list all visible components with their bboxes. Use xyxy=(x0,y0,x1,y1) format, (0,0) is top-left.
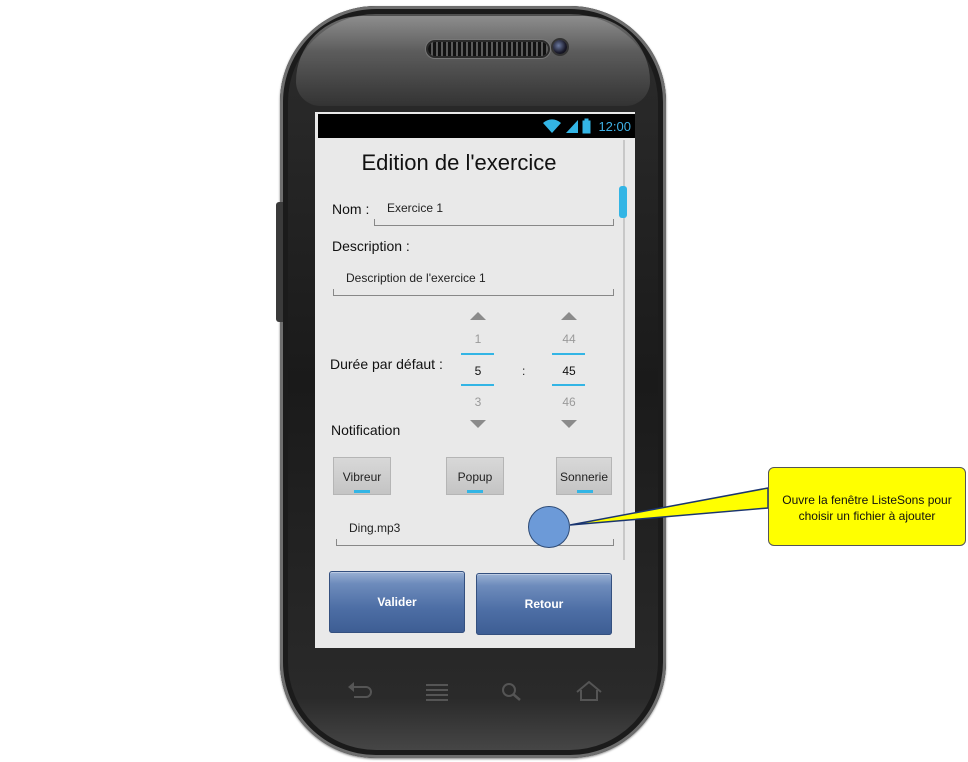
menu-icon[interactable] xyxy=(425,683,449,701)
wifi-icon xyxy=(543,119,562,133)
status-time: 12:00 xyxy=(598,118,631,134)
page-title: Edition de l'exercice xyxy=(361,150,557,175)
callout-box: Ouvre la fenêtre ListeSons pour choisir … xyxy=(768,467,966,546)
retour-button-label: Retour xyxy=(524,597,564,611)
seconds-up-arrow-icon[interactable] xyxy=(561,312,577,320)
vibreur-toggle-indicator xyxy=(354,490,370,493)
nom-label: Nom : xyxy=(332,201,370,217)
status-icons: 12:00 xyxy=(542,114,635,138)
seconds-divider-bottom xyxy=(552,384,585,386)
front-camera xyxy=(553,40,567,54)
popup-toggle-indicator xyxy=(467,490,483,493)
back-icon[interactable] xyxy=(346,681,372,701)
search-icon[interactable] xyxy=(501,682,523,702)
minutes-up-arrow-icon[interactable] xyxy=(470,312,486,320)
nom-input[interactable]: Exercice 1 xyxy=(387,201,443,215)
time-separator: : xyxy=(522,364,526,378)
minutes-divider-bottom xyxy=(461,384,494,386)
description-label: Description : xyxy=(332,238,410,254)
battery-icon xyxy=(582,118,591,134)
retour-button[interactable]: Retour xyxy=(476,573,612,635)
valider-button-label: Valider xyxy=(377,595,417,609)
sound-file-field[interactable]: Ding.mp3 xyxy=(349,521,400,535)
home-icon[interactable] xyxy=(575,680,603,702)
minutes-input[interactable]: 5 xyxy=(458,364,498,378)
description-input-underline xyxy=(333,289,614,296)
minutes-next-value: 3 xyxy=(474,395,482,409)
nom-input-underline xyxy=(374,219,614,226)
speaker-grille xyxy=(428,42,548,56)
minutes-divider-top xyxy=(461,353,494,355)
seconds-prev-value: 44 xyxy=(562,332,576,346)
notification-label: Notification xyxy=(331,422,401,438)
sound-picker-hotspot[interactable] xyxy=(528,506,570,548)
screen xyxy=(315,112,635,648)
seconds-next-value: 46 xyxy=(562,395,576,409)
duree-label: Durée par défaut : xyxy=(330,356,443,372)
callout-pointer xyxy=(569,487,769,526)
callout-text: Ouvre la fenêtre ListeSons pour choisir … xyxy=(782,493,952,523)
description-input[interactable]: Description de l'exercice 1 xyxy=(346,271,486,285)
popup-toggle-label: Popup xyxy=(457,470,493,484)
scrollbar-thumb[interactable] xyxy=(619,186,627,218)
seconds-down-arrow-icon[interactable] xyxy=(561,420,577,428)
status-bar: 12:00 xyxy=(318,114,635,138)
minutes-down-arrow-icon[interactable] xyxy=(470,420,486,428)
seconds-input[interactable]: 45 xyxy=(549,364,589,378)
volume-button xyxy=(276,202,283,322)
vibreur-toggle-label: Vibreur xyxy=(342,470,382,484)
signal-icon xyxy=(566,120,579,133)
valider-button[interactable]: Valider xyxy=(329,571,465,633)
minutes-prev-value: 1 xyxy=(474,332,482,346)
seconds-divider-top xyxy=(552,353,585,355)
phone-highlight xyxy=(296,16,650,106)
